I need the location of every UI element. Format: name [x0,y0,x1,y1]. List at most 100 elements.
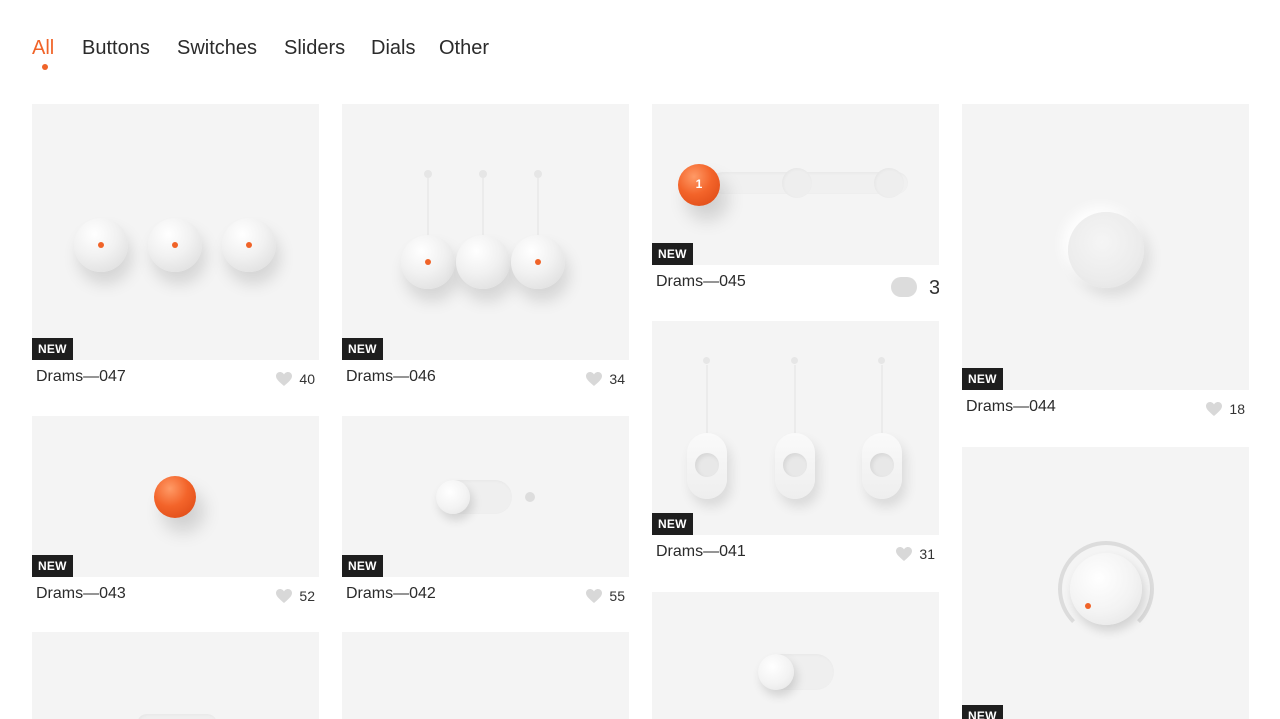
rod-cap [534,170,542,178]
heart-icon [1206,402,1222,416]
toggle-knob [758,654,794,690]
active-tab-indicator [42,64,48,70]
like-count: 40 [299,371,315,387]
push-button-preview [148,218,202,272]
heart-icon [586,372,602,386]
heart-icon [896,547,912,561]
card-preview [652,592,939,719]
card-preview: NEW [32,416,319,577]
tab-switches[interactable]: Switches [177,34,257,62]
card-preview: NEW [342,104,629,360]
new-badge: NEW [962,705,1003,719]
component-card[interactable] [32,632,319,719]
pendulum-ball [456,235,510,289]
card-title: Drams—042 [346,585,436,602]
pendulum-ball [401,235,455,289]
slider-value: 1 [695,177,703,191]
heart-icon [276,589,292,603]
off-indicator [525,492,535,502]
heart-icon [586,589,602,603]
dial-knob [1070,553,1142,625]
card-title: Drams—043 [36,585,126,602]
push-button-preview [74,218,128,272]
tab-all[interactable]: All [32,34,54,62]
card-preview: NEW [342,416,629,577]
pendulum-rod [482,178,484,236]
indicator-dot [425,259,431,265]
like-count: 52 [299,588,315,604]
switch-rod [706,365,708,437]
component-card[interactable]: NEW Drams—043 52 [32,416,319,612]
card-meta: Drams—046 34 [342,366,629,390]
like-count: 31 [919,546,935,562]
vertical-switch [687,433,727,499]
rod-cap [878,357,885,364]
component-card[interactable]: NEW [962,447,1249,719]
push-button-preview [222,218,276,272]
component-card[interactable] [652,592,939,719]
card-meta: Drams—041 31 [652,541,939,565]
like-counter[interactable]: 40 [271,369,315,389]
card-preview: NEW [32,104,319,360]
slider-handle: 1 [678,164,720,206]
round-button-preview [1068,212,1144,288]
indicator-dot [535,259,541,265]
card-meta: Drams—047 40 [32,366,319,390]
new-badge: NEW [342,555,383,577]
card-preview: NEW [962,104,1249,390]
tab-buttons[interactable]: Buttons [82,34,150,62]
vertical-switch [862,433,902,499]
vertical-switch [775,433,815,499]
card-meta: Drams—043 52 [32,583,319,607]
card-preview: 1 NEW [652,104,939,265]
heart-icon [891,277,917,297]
rod-cap [791,357,798,364]
component-card[interactable]: NEW Drams—041 31 [652,321,939,567]
component-card[interactable]: 1 NEW Drams—045 3 [652,104,939,300]
rod-cap [479,170,487,178]
card-title: Drams—047 [36,368,126,385]
tab-dials[interactable]: Dials [371,34,415,62]
pendulum-ball [511,235,565,289]
new-badge: NEW [652,513,693,535]
card-meta: Drams—042 55 [342,583,629,607]
new-badge: NEW [652,243,693,265]
new-badge: NEW [962,368,1003,390]
like-count: 55 [609,588,625,604]
tab-sliders[interactable]: Sliders [284,34,345,62]
like-counter[interactable]: 55 [581,586,625,606]
indicator-dot [246,242,252,248]
like-counter[interactable]: 52 [271,586,315,606]
like-counter[interactable]: 34 [581,369,625,389]
like-counter[interactable]: 31 [891,544,935,564]
like-count: 18 [1229,401,1245,417]
like-count: 34 [609,371,625,387]
orange-button-preview [154,476,196,518]
component-card[interactable]: NEW Drams—047 40 [32,104,319,394]
card-meta: Drams—044 18 [962,396,1249,420]
component-card[interactable]: NEW Drams—044 18 [962,104,1249,424]
like-count: 3 [929,277,939,299]
rod-cap [424,170,432,178]
component-card[interactable]: NEW Drams—042 55 [342,416,629,612]
card-title: Drams—044 [966,398,1056,415]
indicator-dot [172,242,178,248]
heart-icon [276,372,292,386]
card-preview: NEW [962,447,1249,719]
like-counter[interactable]: 18 [1201,399,1245,419]
component-card[interactable] [342,632,629,719]
rod-cap [703,357,710,364]
pendulum-rod [537,178,539,236]
card-preview [32,632,319,719]
switch-preview [137,714,217,719]
indicator-dot [98,242,104,248]
tab-other[interactable]: Other [439,34,489,62]
card-preview [342,632,629,719]
card-preview: NEW [652,321,939,535]
like-counter[interactable]: 3 [891,277,939,299]
switch-rod [794,365,796,437]
component-card[interactable]: NEW Drams—046 34 [342,104,629,394]
toggle-knob [436,480,470,514]
slider-step [874,168,904,198]
new-badge: NEW [342,338,383,360]
